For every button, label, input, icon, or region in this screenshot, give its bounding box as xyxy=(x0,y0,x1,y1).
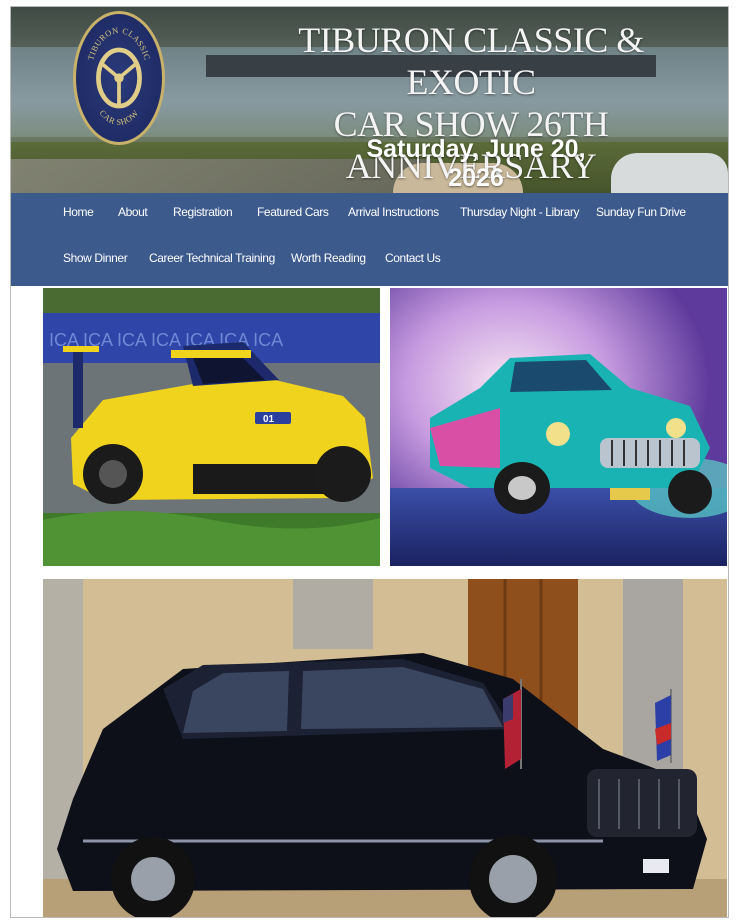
steering-wheel-icon: TIBURON CLASSIC CAR SHOW xyxy=(86,26,151,127)
nav-registration[interactable]: Registration xyxy=(173,205,233,219)
svg-text:TIBURON CLASSIC: TIBURON CLASSIC xyxy=(86,26,151,61)
image-yellow-race-car: ICA ICA ICA ICA ICA ICA ICA 01 xyxy=(43,288,380,566)
image-black-limousine xyxy=(43,579,727,917)
nav-arrival-instructions[interactable]: Arrival Instructions xyxy=(348,205,439,219)
nav-row-2: Show Dinner Career Technical Training Wo… xyxy=(11,251,728,281)
nav-worth-reading[interactable]: Worth Reading xyxy=(291,251,366,265)
page-frame: TIBURON CLASSIC CAR SHOW TIBURON CLASSIC… xyxy=(10,6,729,918)
nav-row-1: Home About Registration Featured Cars Ar… xyxy=(11,205,728,235)
nav-contact-us[interactable]: Contact Us xyxy=(385,251,441,265)
nav-career-technical-training[interactable]: Career Technical Training xyxy=(149,251,275,265)
nav-show-dinner[interactable]: Show Dinner xyxy=(63,251,128,265)
image-teal-classic-car xyxy=(390,288,727,566)
site-logo[interactable]: TIBURON CLASSIC CAR SHOW xyxy=(73,11,165,145)
race-car-illustration: ICA ICA ICA ICA ICA ICA ICA 01 xyxy=(43,288,380,566)
nav-about[interactable]: About xyxy=(118,205,148,219)
title-line-1: TIBURON CLASSIC & EXOTIC xyxy=(298,20,644,102)
limousine-illustration xyxy=(43,579,727,917)
svg-text:01: 01 xyxy=(263,414,275,425)
nav-sunday-fun-drive[interactable]: Sunday Fun Drive xyxy=(596,205,686,219)
header-banner: TIBURON CLASSIC CAR SHOW TIBURON CLASSIC… xyxy=(11,7,728,193)
nav-featured-cars[interactable]: Featured Cars xyxy=(257,205,329,219)
svg-text:CAR SHOW: CAR SHOW xyxy=(98,108,141,126)
nav-home[interactable]: Home xyxy=(63,205,94,219)
nav-thursday-night-library[interactable]: Thursday Night - Library xyxy=(460,205,580,219)
main-nav: Home About Registration Featured Cars Ar… xyxy=(11,193,728,286)
event-date: Saturday, June 20, 2026 xyxy=(366,135,586,192)
classic-car-illustration xyxy=(390,288,727,566)
